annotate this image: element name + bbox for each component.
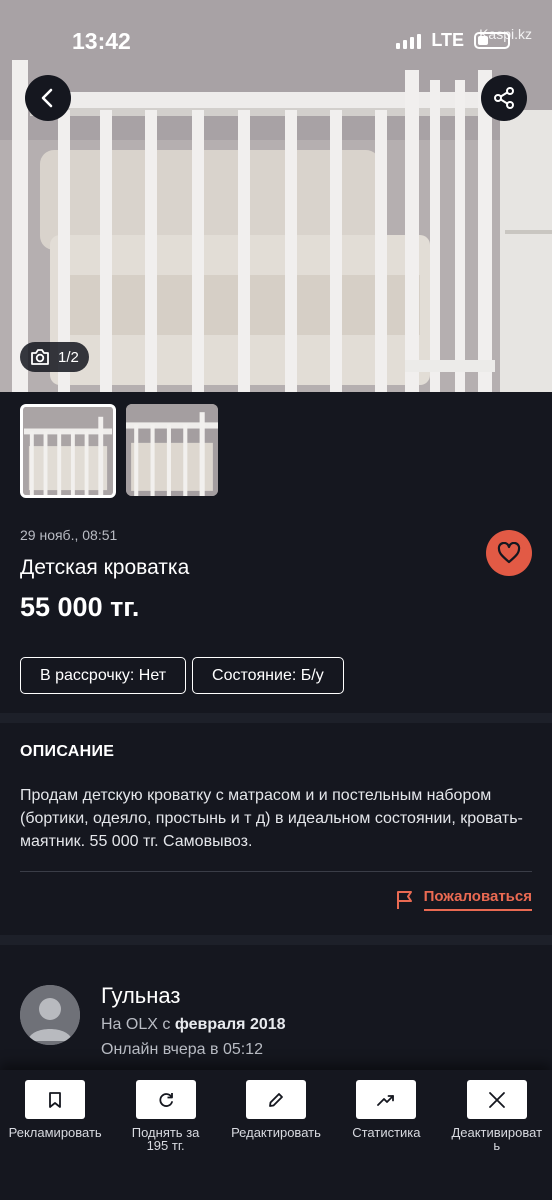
refresh-icon — [159, 1092, 173, 1107]
close-icon — [488, 1091, 505, 1108]
listing-tags: В рассрочку: Нет Состояние: Б/у — [20, 657, 344, 694]
description-text: Продам детскую кроватку с матрасом и и п… — [20, 787, 523, 850]
pencil-icon — [269, 1092, 283, 1107]
status-bar: 13:42 Kaspi.kz LTE — [0, 0, 552, 80]
divider — [20, 871, 532, 872]
description-heading: ОПИСАНИЕ — [20, 743, 115, 760]
deactivate-button[interactable]: Деактивировать — [443, 1080, 551, 1160]
report-button[interactable]: Пожаловаться — [396, 888, 532, 911]
camera-icon — [31, 349, 49, 365]
edit-label: Редактировать — [231, 1125, 321, 1140]
tag-installment: В рассрочку: Нет — [20, 657, 187, 694]
bump-button[interactable]: Поднять за 195 тг. — [112, 1080, 220, 1160]
listing-date: 29 нояб., 08:51 — [20, 527, 118, 543]
bump-label: Поднять за 195 тг. — [131, 1125, 200, 1153]
thumbnail-1[interactable] — [20, 404, 116, 498]
statistics-label: Статистика — [352, 1125, 421, 1140]
report-label: Пожаловаться — [423, 888, 532, 911]
status-time: 13:42 — [72, 28, 131, 54]
thumbnail-2[interactable] — [126, 404, 218, 496]
promote-button[interactable]: Рекламировать — [1, 1080, 109, 1160]
seller-name: Гульназ — [101, 983, 181, 1008]
tag-condition: Состояние: Б/у — [192, 657, 344, 694]
edit-button[interactable]: Редактировать — [222, 1080, 330, 1160]
chevron-left-icon — [41, 88, 53, 108]
bookmark-icon — [49, 1091, 62, 1108]
signal-icon — [396, 33, 422, 49]
share-icon — [494, 87, 514, 109]
flag-icon — [396, 890, 412, 909]
thumbnail-image — [126, 404, 218, 496]
section-divider — [0, 713, 552, 723]
seller-since: На OLX с февраля 2018 — [101, 1016, 286, 1033]
bottom-safe-area — [0, 1160, 552, 1200]
photo-counter-label: 1/2 — [58, 348, 79, 366]
thumbnail-strip — [0, 392, 552, 510]
deactivate-label: Деактивировать — [451, 1125, 543, 1153]
listing-price: 55 000 тг. — [20, 592, 140, 622]
statistics-button[interactable]: Статистика — [332, 1080, 440, 1160]
back-button[interactable] — [25, 75, 71, 121]
favorite-button[interactable] — [486, 530, 532, 576]
thumbnail-image — [24, 407, 112, 495]
seller-online-status: Онлайн вчера в 05:12 — [101, 1041, 263, 1058]
share-button[interactable] — [481, 75, 527, 121]
network-label: LTE — [431, 30, 464, 50]
action-bar: Рекламировать Поднять за 195 тг. Редакти… — [0, 1070, 552, 1160]
photo-counter: 1/2 — [20, 342, 89, 372]
listing-title: Детская кроватка — [20, 556, 190, 579]
avatar[interactable] — [20, 985, 80, 1045]
trend-icon — [377, 1094, 395, 1106]
battery-icon — [474, 32, 510, 49]
user-icon — [20, 985, 80, 1045]
heart-icon — [497, 542, 521, 564]
section-divider — [0, 935, 552, 945]
listing-photo[interactable]: 13:42 Kaspi.kz LTE 1/2 — [0, 0, 552, 392]
promote-label: Рекламировать — [8, 1125, 102, 1140]
